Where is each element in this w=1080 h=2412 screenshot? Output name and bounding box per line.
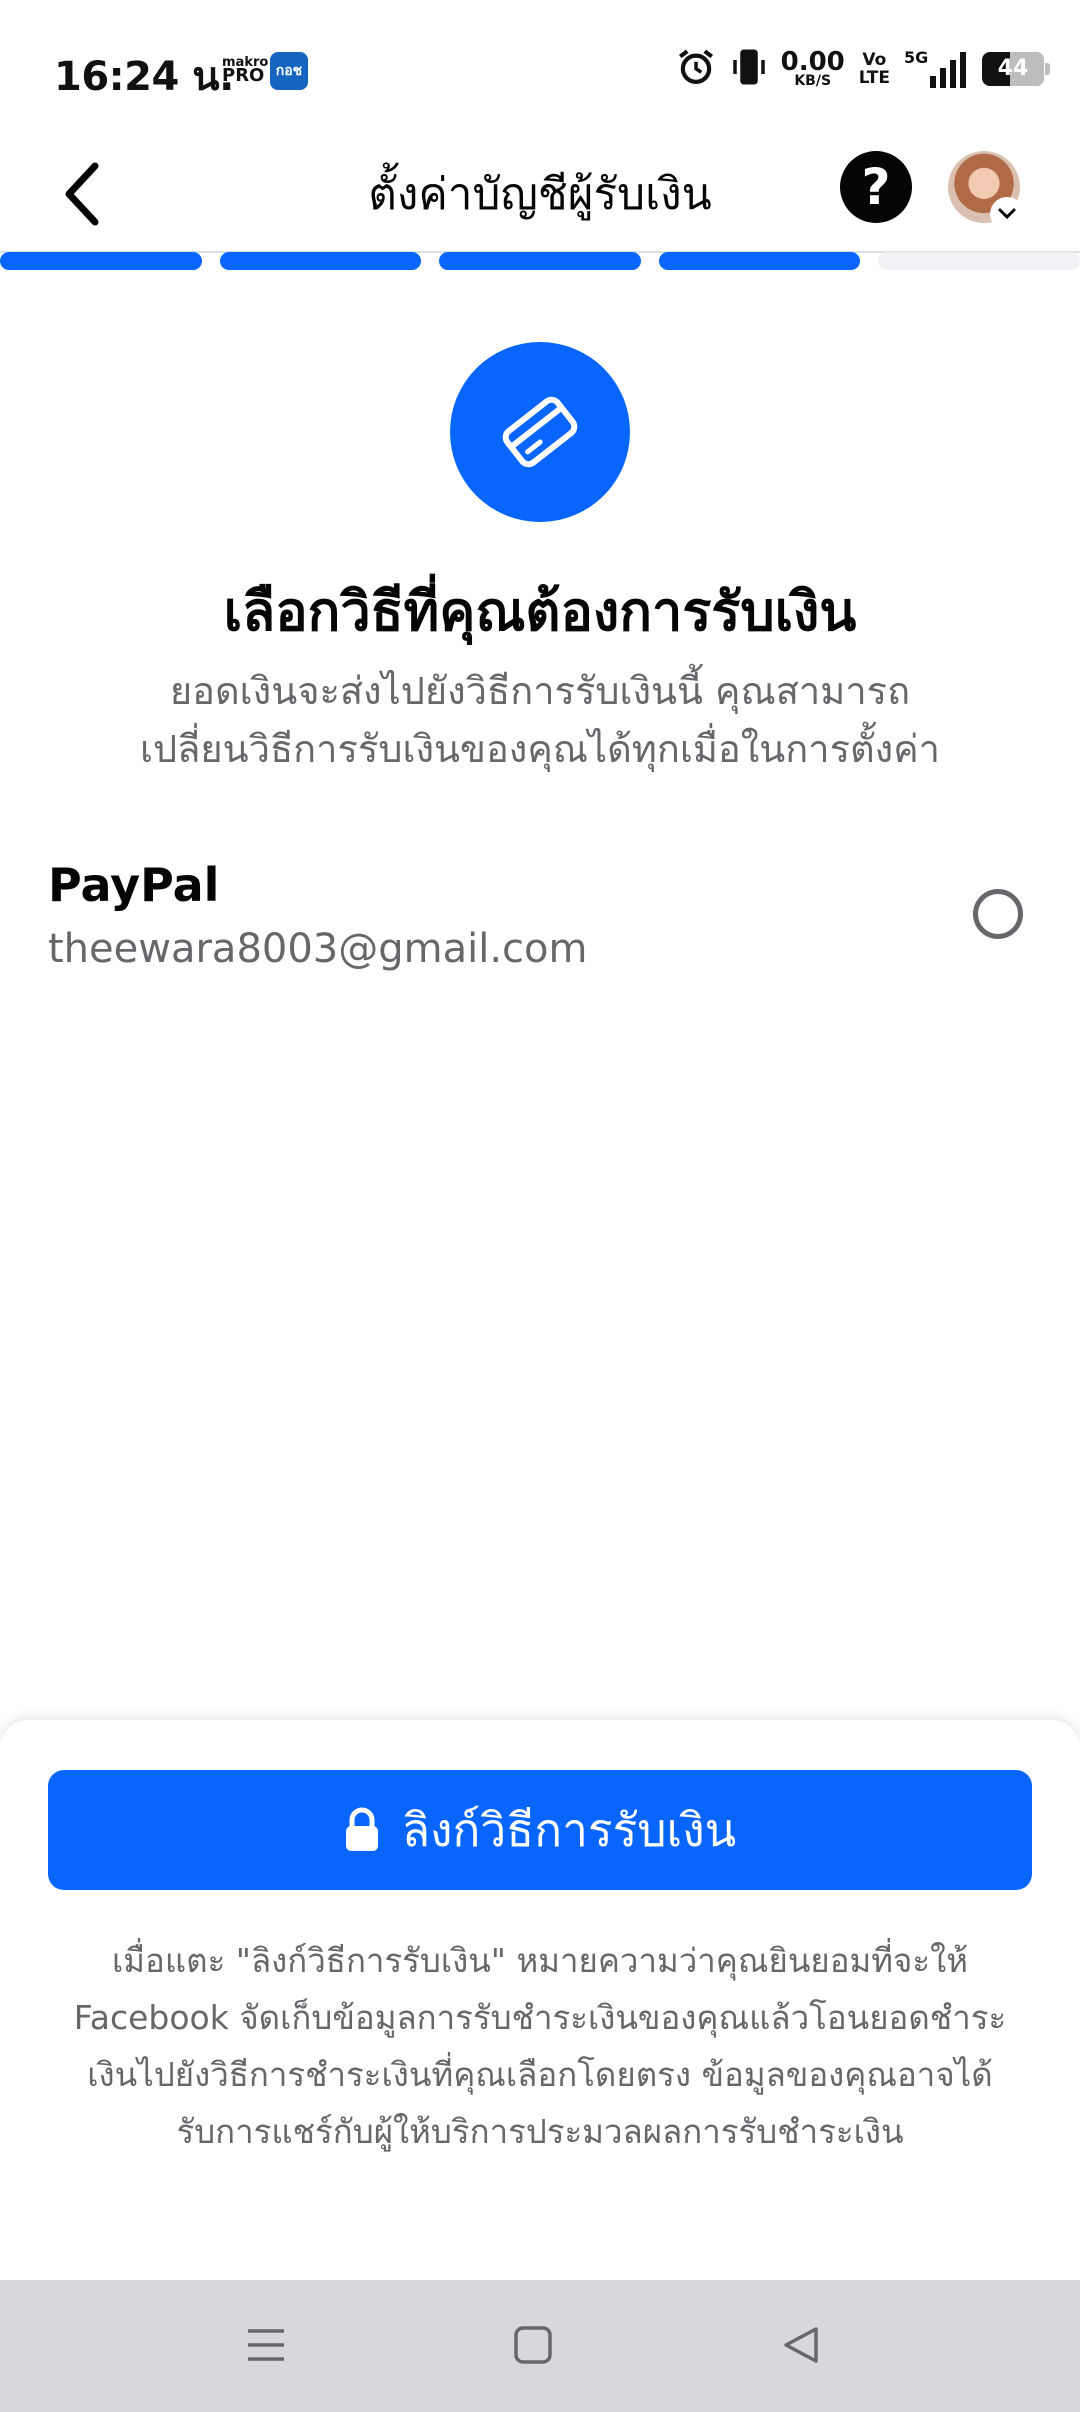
vibrate-icon xyxy=(731,46,767,92)
makro-pro-label: PRO xyxy=(222,65,265,86)
method-radio[interactable] xyxy=(973,889,1023,939)
volte-bottom: LTE xyxy=(858,68,890,88)
status-right-group: 0.00 KB/S Vo LTE 5G 44 xyxy=(675,44,1050,94)
disclaimer-line: รับการแชร์กับผู้ให้บริการประมวลผลการรับช… xyxy=(176,2112,904,2151)
credit-card-icon xyxy=(502,396,578,468)
page-title: ตั้งค่าบัญชีผู้รับเงิน xyxy=(368,169,712,220)
system-back-button[interactable] xyxy=(760,2310,840,2380)
battery-level: 44 xyxy=(997,56,1029,81)
recent-apps-icon xyxy=(248,2329,284,2361)
step-progress xyxy=(0,252,1080,270)
progress-step xyxy=(878,252,1080,270)
disclaimer-text: เมื่อแตะ "ลิงก์วิธีการรับเงิน" หมายความว… xyxy=(48,1932,1032,2160)
progress-step xyxy=(439,252,641,270)
volte-top: Vo xyxy=(862,50,887,70)
progress-step xyxy=(219,252,422,270)
progress-step xyxy=(658,252,861,270)
recent-apps-button[interactable] xyxy=(226,2310,306,2380)
disclaimer-line: เมื่อแตะ "ลิงก์วิธีการรับเงิน" หมายความว… xyxy=(112,1941,968,1980)
system-nav-bar xyxy=(0,2280,1080,2412)
method-account: theewara8003@gmail.com xyxy=(48,926,588,972)
app-badge-icon: กอช xyxy=(270,52,308,90)
volte-indicator: Vo LTE xyxy=(859,51,890,87)
back-button[interactable] xyxy=(48,149,118,239)
subtitle-line: เปลี่ยนวิธีการรับเงินของคุณได้ทุกเมื่อใน… xyxy=(140,727,940,771)
home-button[interactable] xyxy=(493,2310,573,2380)
disclaimer-line: เงินไปยังวิธีการชำระเงินที่คุณเลือกโดยตร… xyxy=(87,2055,993,2094)
alarm-icon xyxy=(675,46,717,92)
battery-icon: 44 xyxy=(982,52,1050,86)
disclaimer-line: Facebook จัดเก็บข้อมูลการรับชำระเงินของค… xyxy=(73,1998,1007,2037)
main-title: เลือกวิธีที่คุณต้องการรับเงิน xyxy=(223,580,857,643)
chevron-left-icon xyxy=(65,162,99,226)
lock-icon xyxy=(345,1807,378,1851)
status-time: 16:24 น. xyxy=(54,54,234,100)
progress-step xyxy=(0,252,202,270)
signal-icon: 5G xyxy=(904,48,968,90)
net-speed: 0.00 KB/S xyxy=(781,49,845,88)
makro-pro-icon: makro PRO xyxy=(222,56,268,88)
chevron-down-icon[interactable] xyxy=(990,197,1024,231)
subtitle-line: ยอดเงินจะส่งไปยังวิธีการรับเงินนี้ คุณสา… xyxy=(169,669,911,713)
top-app-bar: ตั้งค่าบัญชีผู้รับเงิน ? xyxy=(0,135,1080,253)
link-payout-method-button[interactable]: ลิงก์วิธีการรับเงิน xyxy=(48,1770,1032,1890)
payout-method-paypal[interactable]: PayPal theewara8003@gmail.com xyxy=(0,840,1080,990)
back-icon xyxy=(784,2327,818,2363)
subtitle: ยอดเงินจะส่งไปยังวิธีการรับเงินนี้ คุณสา… xyxy=(90,662,990,778)
link-button-label: ลิงก์วิธีการรับเงิน xyxy=(401,1802,737,1857)
status-bar: 16:24 น. makro PRO กอช 0.00 KB/S Vo LTE … xyxy=(0,0,1080,135)
home-icon xyxy=(514,2326,552,2364)
method-name: PayPal xyxy=(48,858,220,912)
hero-icon-circle xyxy=(450,342,630,522)
bottom-action-sheet: ลิงก์วิธีการรับเงิน เมื่อแตะ "ลิงก์วิธีก… xyxy=(0,1720,1080,2280)
help-button[interactable]: ? xyxy=(840,151,912,223)
